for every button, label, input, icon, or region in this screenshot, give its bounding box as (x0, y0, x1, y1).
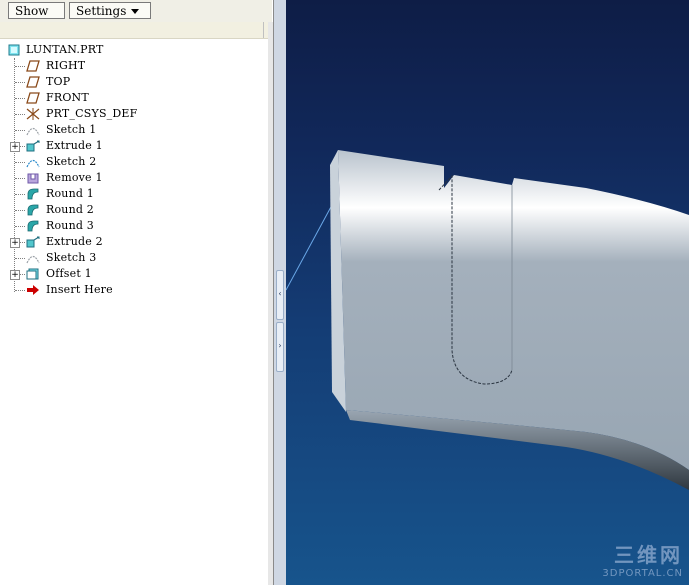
tree-connector-branch (15, 178, 25, 179)
tree-item-label: Round 1 (46, 187, 95, 200)
tree-connector-branch (15, 130, 25, 131)
tree-connector-branch (15, 162, 25, 163)
tree-connector-branch (15, 98, 25, 99)
tree-connector-branch (15, 82, 25, 83)
tree-connector-branch (15, 258, 25, 259)
tree-item-label: Round 2 (46, 203, 95, 216)
tree-connector-branch (20, 242, 25, 243)
chevron-down-icon (131, 9, 140, 14)
tree-item-label: Extrude 1 (46, 139, 103, 152)
tree-item-label: Sketch 3 (46, 251, 97, 264)
leader-line (286, 204, 333, 291)
vertical-scrollbar[interactable] (268, 22, 273, 585)
tree-item-label: Sketch 2 (46, 155, 97, 168)
round-icon (27, 188, 39, 200)
offset-icon (26, 268, 39, 280)
expand-toggle[interactable]: + (10, 270, 20, 280)
tree-column-header (0, 22, 268, 39)
tree-item-label: TOP (46, 75, 71, 88)
part-icon (8, 44, 20, 56)
model-tree-toolbar: Show Settings (0, 0, 272, 31)
expand-right-grip[interactable]: › (276, 322, 284, 372)
sketch-icon (26, 255, 40, 264)
show-menu-button[interactable]: Show (8, 2, 65, 31)
model-tree: LUNTAN.PRT RIGHT TOP FRONT PRT_CSYS_DEF … (0, 40, 268, 585)
tree-item-label: Extrude 2 (46, 235, 103, 248)
tree-item-label: Insert Here (46, 283, 113, 296)
round-icon (27, 220, 39, 232)
remove-icon (27, 173, 39, 184)
tree-root-luntan-prt[interactable]: LUNTAN.PRT (8, 42, 258, 58)
tree-root-label: LUNTAN.PRT (26, 43, 104, 56)
model-tree-panel: Show Settings LUNTAN.PRT RIGHT TOP FRONT… (0, 0, 274, 585)
tree-connector-branch (15, 194, 25, 195)
tree-item-label: PRT_CSYS_DEF (46, 107, 138, 120)
show-menu-label: Show (15, 4, 49, 18)
watermark-logo: 三维网 (614, 543, 683, 567)
datum-plane-icon (26, 76, 40, 88)
extrude-icon (26, 140, 40, 152)
panel-splitter[interactable]: ‹ › (274, 0, 286, 585)
tree-connector-branch (20, 274, 25, 275)
tree-connector-line (14, 58, 15, 292)
tree-connector-branch (15, 226, 25, 227)
datum-plane-icon (26, 60, 40, 72)
sketch-icon (26, 127, 40, 136)
tree-connector-branch (15, 66, 25, 67)
insert-here-arrow-icon (27, 285, 39, 295)
round-icon (27, 204, 39, 216)
model-3d-view[interactable] (286, 0, 689, 585)
settings-menu-button[interactable]: Settings (69, 2, 151, 19)
extrude-icon (26, 236, 40, 248)
settings-menu-label: Settings (76, 4, 127, 18)
tree-connector-branch (15, 114, 25, 115)
graphics-viewport[interactable]: 三维网 3DPORTAL.CN (286, 0, 689, 585)
csys-icon (26, 108, 40, 120)
tree-connector-branch (15, 290, 25, 291)
tree-item-label: RIGHT (46, 59, 86, 72)
tree-connector-branch (20, 146, 25, 147)
tree-connector-branch (15, 210, 25, 211)
watermark: 三维网 3DPORTAL.CN (602, 539, 683, 579)
sketch-icon (26, 159, 40, 168)
collapse-left-grip[interactable]: ‹ (276, 270, 284, 320)
tree-item-label: Remove 1 (46, 171, 103, 184)
chevron-left-icon: ‹ (278, 289, 282, 298)
datum-plane-icon (26, 92, 40, 104)
watermark-url: 3DPORTAL.CN (602, 568, 683, 579)
tree-item-label: Sketch 1 (46, 123, 97, 136)
chevron-right-icon: › (278, 341, 282, 350)
expand-toggle[interactable]: + (10, 142, 20, 152)
expand-toggle[interactable]: + (10, 238, 20, 248)
tree-item-label: Offset 1 (46, 267, 92, 280)
tree-item-label: FRONT (46, 91, 89, 104)
tree-item-label: Round 3 (46, 219, 95, 232)
